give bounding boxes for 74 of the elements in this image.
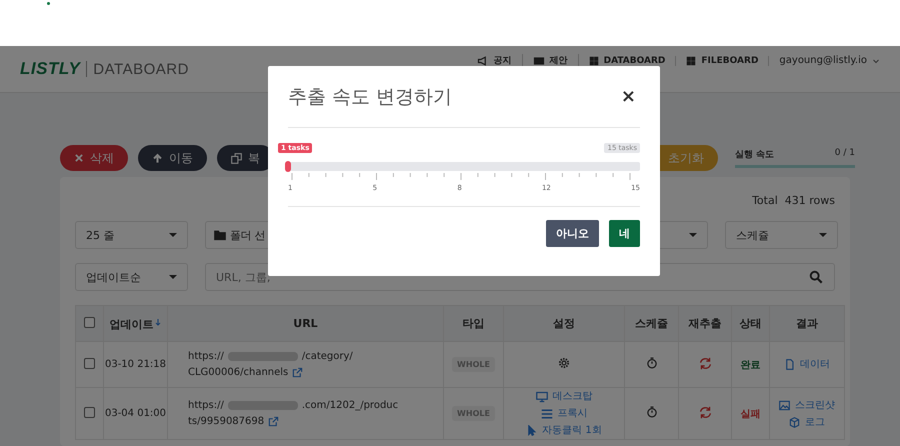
setting-link[interactable]: 데스크탑 xyxy=(504,388,624,405)
setting-link[interactable]: 자동클릭 1회 xyxy=(504,422,624,439)
logo[interactable]: LISTLY xyxy=(20,59,80,79)
nav-link[interactable]: FILEBOARD xyxy=(676,56,770,66)
dialog-title: 추출 속도 변경하기 xyxy=(288,84,452,110)
column-header: 상태 xyxy=(740,317,762,330)
status-label: 실패 xyxy=(740,408,760,420)
status-label: 완료 xyxy=(740,360,760,370)
monitor-icon xyxy=(536,390,548,402)
sort-dropdown[interactable]: 업데이트순 xyxy=(75,263,188,291)
caret-icon xyxy=(819,232,827,238)
row-count: Total 431 rows xyxy=(752,194,835,206)
close-icon xyxy=(74,153,84,163)
document-icon xyxy=(784,359,795,370)
table-cell: 03-04 01:00 xyxy=(104,408,166,419)
slider-handle[interactable] xyxy=(285,161,291,172)
column-header: 재추출 xyxy=(688,317,722,330)
card-icon xyxy=(532,54,545,66)
table-cell: 03-10 21:18 xyxy=(104,359,166,370)
checkbox[interactable] xyxy=(84,358,95,368)
column-header: 결과 xyxy=(796,317,818,330)
list-icon xyxy=(540,408,552,420)
url-text: https:// xyxy=(188,350,224,364)
external-link-icon xyxy=(292,367,304,378)
caret-icon xyxy=(689,232,697,238)
dropdown[interactable]: 25 줄 xyxy=(75,221,188,249)
user-menu[interactable]: gayoung@listly.io xyxy=(769,55,880,66)
caret-icon xyxy=(169,274,177,280)
url-text: .com/1202_/produc xyxy=(302,398,398,412)
product-name: DATABOARD xyxy=(93,60,189,78)
timer-icon xyxy=(646,406,658,418)
column-header: 타입 xyxy=(462,317,484,330)
url-text: ts/9959087698 xyxy=(188,414,264,428)
toolbar-button[interactable]: 이동 xyxy=(138,145,207,171)
checkbox[interactable] xyxy=(84,406,95,418)
column-header: 스케쥴 xyxy=(635,317,668,330)
result-link[interactable]: 스크린샷 xyxy=(770,396,844,414)
dot-icon xyxy=(47,2,50,5)
dropdown[interactable]: 스케쥴 xyxy=(725,221,838,249)
speed-label: 실행 속도 xyxy=(735,149,774,161)
search-icon xyxy=(809,270,823,284)
megaphone-icon xyxy=(476,54,489,66)
setting-link[interactable]: 프록시 xyxy=(504,405,624,422)
toolbar-button[interactable]: 삭제 xyxy=(60,145,128,171)
redaction-blur xyxy=(228,401,298,410)
image-icon xyxy=(779,400,790,410)
url-text: https:// xyxy=(188,398,224,412)
dialog-button[interactable]: 아니오 xyxy=(546,220,599,247)
slider-track[interactable] xyxy=(288,162,640,171)
speed-reading: 0 / 1 xyxy=(834,148,855,160)
result-link[interactable]: 로그 xyxy=(770,414,844,430)
settings-icon xyxy=(558,357,570,369)
dialog-button[interactable]: 네 xyxy=(609,220,640,247)
cursor-icon xyxy=(526,425,538,436)
column-header: 설정 xyxy=(553,317,575,330)
url-text: CLG00006/channels xyxy=(188,366,288,380)
redaction-blur xyxy=(228,352,298,361)
cube-icon xyxy=(789,416,800,428)
external-link-icon xyxy=(268,416,280,427)
grid-icon xyxy=(686,56,696,66)
checkbox[interactable] xyxy=(84,316,95,328)
arrow-up-icon xyxy=(152,152,163,164)
folder-icon xyxy=(214,229,226,241)
refresh-icon xyxy=(698,406,712,418)
caret-icon xyxy=(169,232,177,238)
close-button[interactable]: × xyxy=(616,86,640,107)
timer-icon xyxy=(646,357,658,369)
column-header: URL xyxy=(293,317,318,330)
column-header: 업데이트 xyxy=(110,318,154,330)
grid-icon xyxy=(588,56,599,66)
refresh-icon xyxy=(698,356,712,370)
copy-icon xyxy=(231,152,242,164)
url-text: /category/ xyxy=(302,350,353,364)
chevron-icon xyxy=(872,56,880,64)
